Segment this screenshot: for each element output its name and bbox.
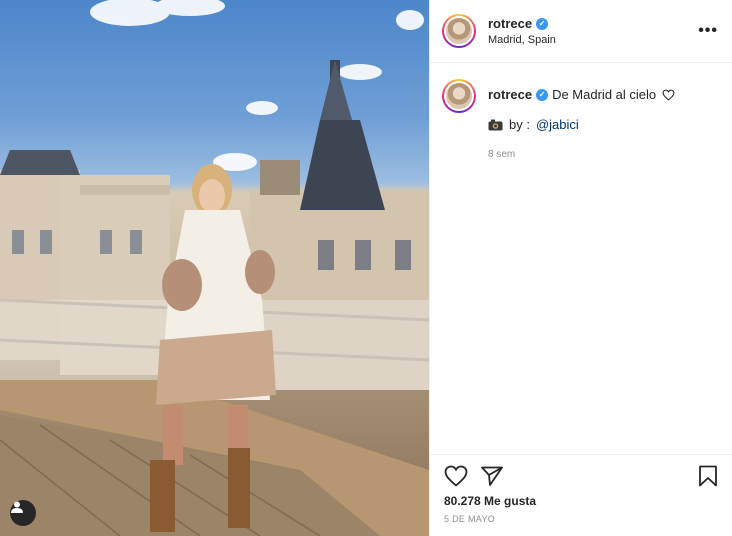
post-header: rotrece ✓ Madrid, Spain ••• — [430, 0, 732, 63]
paper-plane-icon[interactable] — [481, 466, 503, 486]
caption: rotrece ✓ De Madrid al cielo by: @jabic… — [442, 79, 720, 164]
caption-username[interactable]: rotrece ✓ — [488, 86, 549, 104]
user-silhouette-icon — [11, 501, 23, 513]
caption-credit: by : @jabici — [488, 116, 675, 134]
bookmark-icon[interactable] — [698, 465, 718, 487]
camera-emoji-icon — [488, 119, 503, 131]
post-location[interactable]: Madrid, Spain — [488, 34, 698, 46]
caption-avatar[interactable] — [442, 79, 476, 113]
post-date[interactable]: 5 DE MAYO — [444, 514, 718, 524]
user-tag-icon[interactable] — [10, 500, 36, 526]
post-photo[interactable] — [0, 0, 429, 536]
credit-prefix: by : — [509, 117, 530, 132]
heart-icon[interactable] — [444, 465, 468, 487]
post-footer: 80.278 Me gusta 5 DE MAYO — [430, 454, 732, 536]
photo-illustration — [0, 0, 429, 536]
likes-count[interactable]: 80.278 Me gusta — [444, 494, 718, 508]
caption-username-text[interactable]: rotrece — [488, 86, 532, 104]
comments-section: rotrece ✓ De Madrid al cielo by: @jabic… — [430, 63, 732, 454]
more-options-icon[interactable]: ••• — [698, 22, 718, 40]
verified-badge-icon: ✓ — [536, 17, 549, 30]
credit-mention-link[interactable]: @jabici — [536, 116, 579, 134]
heart-outline-icon — [662, 89, 675, 101]
caption-time-ago[interactable]: 8 sem — [488, 146, 675, 164]
caption-text: De Madrid al cielo — [552, 87, 657, 102]
instagram-post: rotrece ✓ Madrid, Spain ••• rotrece ✓ De… — [0, 0, 732, 536]
post-details-panel: rotrece ✓ Madrid, Spain ••• rotrece ✓ De… — [429, 0, 732, 536]
author-username[interactable]: rotrece ✓ — [488, 16, 698, 31]
author-username-text[interactable]: rotrece — [488, 16, 532, 31]
post-actions — [444, 465, 718, 487]
verified-badge-icon: ✓ — [536, 89, 549, 101]
author-avatar[interactable] — [442, 14, 476, 48]
